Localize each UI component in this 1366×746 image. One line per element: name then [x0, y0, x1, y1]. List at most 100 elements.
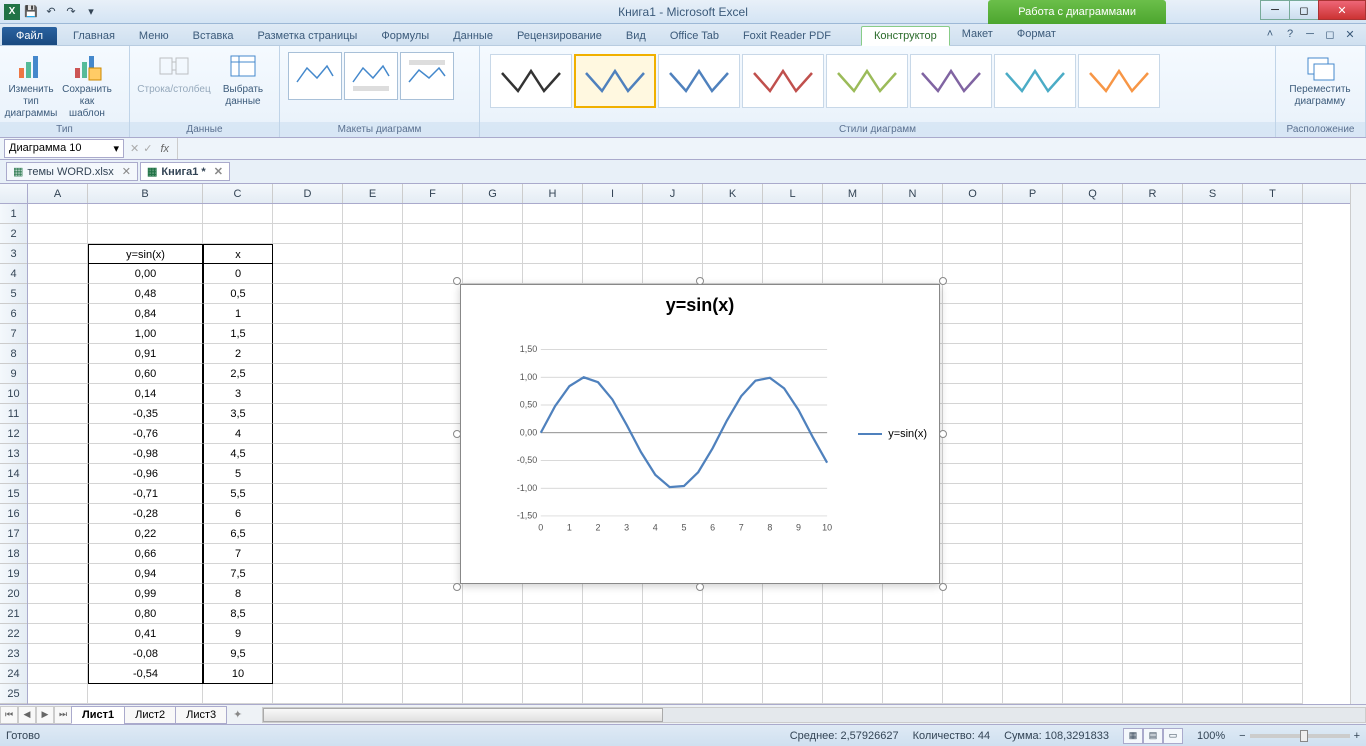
style-thumb[interactable]	[910, 54, 992, 108]
cell[interactable]	[273, 264, 343, 284]
cell[interactable]	[943, 604, 1003, 624]
cell[interactable]	[643, 664, 703, 684]
cell[interactable]	[583, 684, 643, 704]
cell[interactable]	[883, 584, 943, 604]
cell[interactable]	[28, 464, 88, 484]
doc-restore-icon[interactable]: ◻	[1322, 26, 1338, 42]
cell[interactable]	[1243, 604, 1303, 624]
cell[interactable]	[1063, 444, 1123, 464]
cell[interactable]	[343, 524, 403, 544]
cell[interactable]	[1003, 564, 1063, 584]
sheet-tab[interactable]: Лист3	[175, 706, 227, 724]
cell[interactable]	[703, 644, 763, 664]
tab-главная[interactable]: Главная	[61, 27, 127, 45]
cell[interactable]	[1243, 284, 1303, 304]
cell[interactable]	[763, 684, 823, 704]
document-tab[interactable]: ▦Книга1 *✕	[140, 162, 230, 181]
cell[interactable]: 9	[203, 624, 273, 644]
cell[interactable]	[1063, 564, 1123, 584]
cell[interactable]	[763, 644, 823, 664]
cell[interactable]	[1123, 444, 1183, 464]
cell[interactable]	[1003, 344, 1063, 364]
cell[interactable]	[703, 604, 763, 624]
row-header[interactable]: 17	[0, 524, 27, 544]
view-pagebreak-icon[interactable]: ▭	[1163, 728, 1183, 744]
cell[interactable]	[823, 584, 883, 604]
cell[interactable]: 0,48	[88, 284, 203, 304]
tab-формулы[interactable]: Формулы	[369, 27, 441, 45]
column-header[interactable]: L	[763, 184, 823, 203]
cell[interactable]	[343, 224, 403, 244]
cell[interactable]: 10	[203, 664, 273, 684]
cell[interactable]	[273, 244, 343, 264]
cell[interactable]	[28, 244, 88, 264]
cell[interactable]: 0,60	[88, 364, 203, 384]
cell[interactable]	[1003, 264, 1063, 284]
cell[interactable]	[1063, 544, 1123, 564]
cell[interactable]	[28, 324, 88, 344]
style-thumb[interactable]	[658, 54, 740, 108]
cell[interactable]	[1243, 544, 1303, 564]
row-header[interactable]: 10	[0, 384, 27, 404]
cell[interactable]	[203, 224, 273, 244]
cell[interactable]	[1003, 384, 1063, 404]
cell[interactable]	[1003, 664, 1063, 684]
cell[interactable]	[273, 304, 343, 324]
cell[interactable]	[883, 204, 943, 224]
cell[interactable]	[28, 624, 88, 644]
row-header[interactable]: 4	[0, 264, 27, 284]
row-header[interactable]: 16	[0, 504, 27, 524]
tab-формат[interactable]: Формат	[1005, 25, 1068, 45]
cell[interactable]	[1243, 504, 1303, 524]
cell[interactable]: 5	[203, 464, 273, 484]
column-header[interactable]: K	[703, 184, 763, 203]
cell[interactable]	[463, 204, 523, 224]
cell[interactable]	[28, 504, 88, 524]
cell[interactable]: 2,5	[203, 364, 273, 384]
cell[interactable]	[943, 464, 1003, 484]
cell[interactable]	[203, 684, 273, 704]
cell[interactable]	[273, 284, 343, 304]
cell[interactable]	[1183, 204, 1243, 224]
fx-icon[interactable]: fx	[160, 143, 169, 155]
cell[interactable]	[403, 424, 463, 444]
column-header[interactable]: I	[583, 184, 643, 203]
cell[interactable]	[343, 644, 403, 664]
change-chart-type-button[interactable]: Изменить тип диаграммы	[4, 48, 58, 122]
cell[interactable]	[1243, 584, 1303, 604]
tab-вид[interactable]: Вид	[614, 27, 658, 45]
cell[interactable]	[1243, 664, 1303, 684]
cell[interactable]	[28, 484, 88, 504]
cell[interactable]: 3,5	[203, 404, 273, 424]
cell[interactable]	[763, 584, 823, 604]
namebox-dropdown-icon[interactable]: ▾	[113, 142, 119, 155]
cell[interactable]: 7	[203, 544, 273, 564]
sheet-first-icon[interactable]: ⏮	[0, 706, 18, 724]
chart-legend[interactable]: y=sin(x)	[858, 428, 927, 440]
cell[interactable]	[1183, 484, 1243, 504]
cell[interactable]	[403, 524, 463, 544]
cell[interactable]	[1123, 224, 1183, 244]
cell[interactable]	[1243, 564, 1303, 584]
cell[interactable]: 0,94	[88, 564, 203, 584]
cell[interactable]	[343, 464, 403, 484]
cell[interactable]	[583, 624, 643, 644]
cell[interactable]	[28, 584, 88, 604]
cell[interactable]	[703, 244, 763, 264]
column-header[interactable]: P	[1003, 184, 1063, 203]
cell[interactable]	[28, 404, 88, 424]
maximize-button[interactable]: ◻	[1289, 0, 1319, 20]
cell[interactable]	[1183, 424, 1243, 444]
tab-office-tab[interactable]: Office Tab	[658, 27, 731, 45]
column-header[interactable]: H	[523, 184, 583, 203]
row-header[interactable]: 3	[0, 244, 27, 264]
cell[interactable]	[943, 344, 1003, 364]
cell[interactable]	[583, 244, 643, 264]
cell[interactable]	[943, 284, 1003, 304]
cell[interactable]	[28, 224, 88, 244]
row-header[interactable]: 12	[0, 424, 27, 444]
view-layout-icon[interactable]: ▤	[1143, 728, 1163, 744]
column-header[interactable]: B	[88, 184, 203, 203]
cell[interactable]	[1003, 204, 1063, 224]
row-header[interactable]: 11	[0, 404, 27, 424]
